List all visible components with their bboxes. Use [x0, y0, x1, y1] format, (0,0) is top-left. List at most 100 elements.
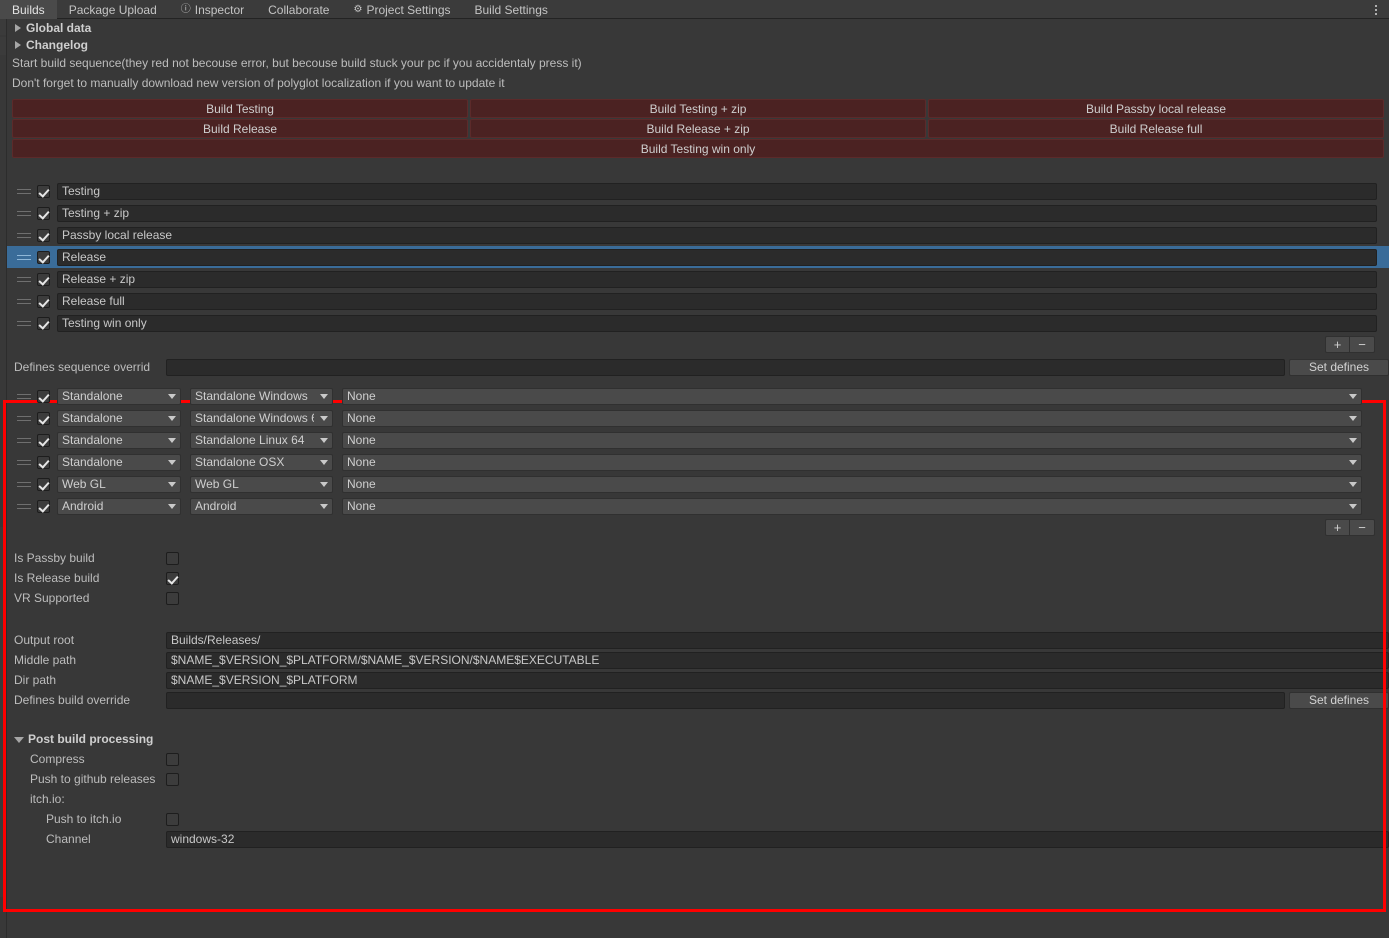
platform-group-dropdown[interactable]: Standalone — [57, 431, 181, 449]
tab-builds[interactable]: Builds — [0, 0, 57, 19]
platform-enabled-checkbox[interactable] — [37, 455, 50, 469]
remove-platform-button[interactable]: − — [1350, 519, 1375, 536]
channel-input[interactable]: windows-32 — [166, 830, 1389, 848]
platform-enabled-checkbox[interactable] — [37, 411, 50, 425]
push-to-itch-checkbox[interactable] — [166, 812, 179, 826]
platform-enabled-checkbox[interactable] — [37, 433, 50, 447]
platform-row[interactable]: Android Android None — [7, 495, 1389, 517]
drag-handle-icon[interactable] — [17, 232, 37, 238]
platform-extra-dropdown[interactable]: None — [342, 497, 1362, 515]
platform-group-dropdown[interactable]: Standalone — [57, 387, 181, 405]
build-testing-zip-button[interactable]: Build Testing + zip — [470, 99, 926, 118]
platform-group-dropdown[interactable]: Android — [57, 497, 181, 515]
drag-handle-icon[interactable] — [17, 276, 37, 282]
list-item-selected[interactable]: Release — [7, 246, 1389, 268]
build-passby-local-release-button[interactable]: Build Passby local release — [928, 99, 1384, 118]
sequence-enabled-checkbox[interactable] — [37, 228, 50, 242]
drag-handle-icon[interactable] — [17, 459, 37, 465]
post-build-processing-foldout[interactable]: Post build processing — [7, 728, 1389, 749]
tab-build-settings[interactable]: Build Settings — [463, 0, 560, 19]
list-item[interactable]: Testing + zip — [7, 202, 1389, 224]
platform-target-dropdown[interactable]: Android — [190, 497, 333, 515]
sequence-enabled-checkbox[interactable] — [37, 184, 50, 198]
tab-project-settings[interactable]: ⚙ Project Settings — [341, 0, 462, 19]
foldout-changelog[interactable]: Changelog — [7, 36, 1389, 53]
platform-target-dropdown[interactable]: Standalone Windows 64 — [190, 409, 333, 427]
build-release-zip-button[interactable]: Build Release + zip — [470, 119, 926, 138]
drag-handle-icon[interactable] — [17, 393, 37, 399]
platform-target-dropdown[interactable]: Standalone Windows — [190, 387, 333, 405]
remove-sequence-button[interactable]: − — [1350, 336, 1375, 353]
platform-extra-dropdown[interactable]: None — [342, 453, 1362, 471]
platform-extra-dropdown[interactable]: None — [342, 475, 1362, 493]
platform-row[interactable]: Standalone Standalone OSX None — [7, 451, 1389, 473]
list-item[interactable]: Passby local release — [7, 224, 1389, 246]
add-sequence-button[interactable]: + — [1325, 336, 1350, 353]
list-item[interactable]: Testing win only — [7, 312, 1389, 334]
platform-row[interactable]: Standalone Standalone Windows 64 None — [7, 407, 1389, 429]
sequence-name-input[interactable]: Release full — [57, 292, 1377, 310]
platform-group-dropdown[interactable]: Web GL — [57, 475, 181, 493]
build-release-full-button[interactable]: Build Release full — [928, 119, 1384, 138]
sequence-name-input[interactable]: Release + zip — [57, 270, 1377, 288]
platform-extra-dropdown[interactable]: None — [342, 431, 1362, 449]
platform-group-dropdown[interactable]: Standalone — [57, 453, 181, 471]
platform-extra-dropdown[interactable]: None — [342, 387, 1362, 405]
list-item[interactable]: Release + zip — [7, 268, 1389, 290]
drag-handle-icon[interactable] — [17, 503, 37, 509]
list-item[interactable]: Testing — [7, 180, 1389, 202]
platform-group-dropdown[interactable]: Standalone — [57, 409, 181, 427]
tab-inspector[interactable]: ⓘ Inspector — [169, 0, 256, 19]
platform-enabled-checkbox[interactable] — [37, 499, 50, 513]
build-testing-button[interactable]: Build Testing — [12, 99, 468, 118]
tab-collaborate[interactable]: Collaborate — [256, 0, 341, 19]
sequence-enabled-checkbox[interactable] — [37, 250, 50, 264]
build-release-button[interactable]: Build Release — [12, 119, 468, 138]
is-release-build-checkbox[interactable] — [166, 571, 179, 585]
platform-target-dropdown[interactable]: Standalone Linux 64 — [190, 431, 333, 449]
foldout-global-data[interactable]: Global data — [7, 19, 1389, 36]
drag-handle-icon[interactable] — [17, 320, 37, 326]
sequence-name-input[interactable]: Passby local release — [57, 226, 1377, 244]
platform-enabled-checkbox[interactable] — [37, 477, 50, 491]
platform-row[interactable]: Web GL Web GL None — [7, 473, 1389, 495]
set-defines-build-button[interactable]: Set defines — [1289, 691, 1389, 709]
dir-path-input[interactable]: $NAME_$VERSION_$PLATFORM — [166, 671, 1389, 689]
platform-row[interactable]: Standalone Standalone Linux 64 None — [7, 429, 1389, 451]
defines-sequence-override-input[interactable] — [166, 358, 1285, 376]
sequence-name-input[interactable]: Testing win only — [57, 314, 1377, 332]
list-item[interactable]: Release full — [7, 290, 1389, 312]
sequence-enabled-checkbox[interactable] — [37, 272, 50, 286]
platform-target-dropdown[interactable]: Standalone OSX — [190, 453, 333, 471]
chevron-right-icon — [15, 23, 21, 32]
build-testing-win-only-button[interactable]: Build Testing win only — [12, 139, 1384, 158]
compress-checkbox[interactable] — [166, 752, 179, 766]
sequence-enabled-checkbox[interactable] — [37, 294, 50, 308]
drag-handle-icon[interactable] — [17, 188, 37, 194]
middle-path-input[interactable]: $NAME_$VERSION_$PLATFORM/$NAME_$VERSION/… — [166, 651, 1389, 669]
sequence-name-input[interactable]: Release — [57, 248, 1377, 266]
kebab-menu-icon[interactable] — [1369, 0, 1383, 19]
set-defines-sequence-button[interactable]: Set defines — [1289, 358, 1389, 376]
platform-row[interactable]: Standalone Standalone Windows None — [7, 385, 1389, 407]
drag-handle-icon[interactable] — [17, 254, 37, 260]
drag-handle-icon[interactable] — [17, 210, 37, 216]
platform-target-dropdown[interactable]: Web GL — [190, 475, 333, 493]
output-root-input[interactable]: Builds/Releases/ — [166, 631, 1389, 649]
sequence-name-input[interactable]: Testing — [57, 182, 1377, 200]
push-to-github-checkbox[interactable] — [166, 772, 179, 786]
defines-build-override-input[interactable] — [166, 691, 1285, 709]
drag-handle-icon[interactable] — [17, 481, 37, 487]
drag-handle-icon[interactable] — [17, 298, 37, 304]
drag-handle-icon[interactable] — [17, 415, 37, 421]
is-passby-build-checkbox[interactable] — [166, 551, 179, 565]
vr-supported-checkbox[interactable] — [166, 591, 179, 605]
platform-enabled-checkbox[interactable] — [37, 389, 50, 403]
drag-handle-icon[interactable] — [17, 437, 37, 443]
platform-extra-dropdown[interactable]: None — [342, 409, 1362, 427]
sequence-enabled-checkbox[interactable] — [37, 316, 50, 330]
sequence-enabled-checkbox[interactable] — [37, 206, 50, 220]
sequence-name-input[interactable]: Testing + zip — [57, 204, 1377, 222]
tab-package-upload[interactable]: Package Upload — [57, 0, 169, 19]
add-platform-button[interactable]: + — [1325, 519, 1350, 536]
